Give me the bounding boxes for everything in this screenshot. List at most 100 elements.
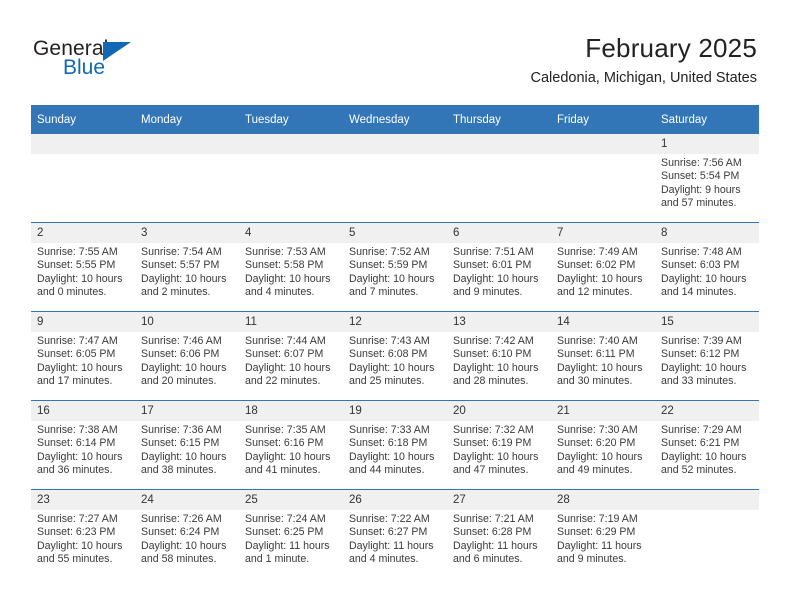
- calendar-day-cell[interactable]: 18 Sunrise: 7:35 AM Sunset: 6:16 PM Dayligh…: [239, 400, 343, 490]
- daylight-duration-line1: Daylight: 10 hours: [453, 450, 539, 463]
- calendar-day-cell[interactable]: 14 Sunrise: 7:40 AM Sunset: 6:11 PM Dayligh…: [551, 311, 655, 401]
- weekday-header-thursday: Thursday: [447, 105, 551, 134]
- calendar-day-cell[interactable]: 13 Sunrise: 7:42 AM Sunset: 6:10 PM Dayligh…: [447, 311, 551, 401]
- daylight-duration-line1: Daylight: 10 hours: [37, 272, 123, 285]
- day-number: 28: [551, 490, 655, 510]
- sunrise-time: Sunrise: 7:29 AM: [661, 424, 742, 436]
- sunrise-time: Sunrise: 7:22 AM: [349, 513, 430, 525]
- calendar-day-cell[interactable]: 12 Sunrise: 7:43 AM Sunset: 6:08 PM Dayligh…: [343, 311, 447, 401]
- calendar-day-cell[interactable]: 6 Sunrise: 7:51 AM Sunset: 6:01 PM Daylight…: [447, 222, 551, 312]
- day-number: 6: [447, 223, 551, 243]
- calendar-body: 1 Sunrise: 7:56 AM Sunset: 5:54 PM Daylight…: [31, 134, 759, 578]
- daylight-duration-line2: and 25 minutes.: [349, 375, 425, 388]
- calendar-day-cell[interactable]: 2 Sunrise: 7:55 AM Sunset: 5:55 PM Daylight…: [31, 222, 135, 312]
- calendar-day-cell[interactable]: 9 Sunrise: 7:47 AM Sunset: 6:05 PM Daylight…: [31, 311, 135, 401]
- day-number: 25: [239, 490, 343, 510]
- general-blue-logo[interactable]: General Blue: [33, 38, 173, 86]
- day-number: 9: [31, 312, 135, 332]
- calendar-day-cell[interactable]: 25 Sunrise: 7:24 AM Sunset: 6:25 PM Dayligh…: [239, 489, 343, 578]
- page-subtitle: Caledonia, Michigan, United States: [530, 70, 758, 86]
- daylight-duration-line1: Daylight: 10 hours: [37, 361, 123, 374]
- daylight-duration-line1: Daylight: 10 hours: [245, 450, 331, 463]
- daylight-duration-line1: Daylight: 10 hours: [37, 450, 123, 463]
- calendar-day-cell[interactable]: 11 Sunrise: 7:44 AM Sunset: 6:07 PM Dayligh…: [239, 311, 343, 401]
- calendar-day-cell[interactable]: 17 Sunrise: 7:36 AM Sunset: 6:15 PM Dayligh…: [135, 400, 239, 490]
- sunset-time: Sunset: 6:20 PM: [557, 437, 636, 450]
- sunrise-time: Sunrise: 7:49 AM: [557, 246, 638, 258]
- calendar-day-cell[interactable]: 28 Sunrise: 7:19 AM Sunset: 6:29 PM Dayligh…: [551, 489, 655, 578]
- sunset-time: Sunset: 6:14 PM: [37, 437, 116, 450]
- calendar-day-cell[interactable]: 22 Sunrise: 7:29 AM Sunset: 6:21 PM Dayligh…: [655, 400, 759, 490]
- calendar-day-cell[interactable]: 23 Sunrise: 7:27 AM Sunset: 6:23 PM Dayligh…: [31, 489, 135, 578]
- calendar-day-cell[interactable]: 7 Sunrise: 7:49 AM Sunset: 6:02 PM Daylight…: [551, 222, 655, 312]
- calendar-week-row: 16 Sunrise: 7:38 AM Sunset: 6:14 PM Dayligh…: [31, 400, 759, 490]
- sunset-time: Sunset: 6:21 PM: [661, 437, 740, 450]
- calendar-day-cell[interactable]: 24 Sunrise: 7:26 AM Sunset: 6:24 PM Dayligh…: [135, 489, 239, 578]
- day-number: [447, 134, 551, 154]
- calendar-day-cell[interactable]: 5 Sunrise: 7:52 AM Sunset: 5:59 PM Daylight…: [343, 222, 447, 312]
- calendar-day-cell[interactable]: 19 Sunrise: 7:33 AM Sunset: 6:18 PM Dayligh…: [343, 400, 447, 490]
- calendar-day-cell[interactable]: 27 Sunrise: 7:21 AM Sunset: 6:28 PM Dayligh…: [447, 489, 551, 578]
- calendar-day-cell[interactable]: 21 Sunrise: 7:30 AM Sunset: 6:20 PM Dayligh…: [551, 400, 655, 490]
- calendar-day-cell[interactable]: 20 Sunrise: 7:32 AM Sunset: 6:19 PM Dayligh…: [447, 400, 551, 490]
- calendar-day-cell[interactable]: 4 Sunrise: 7:53 AM Sunset: 5:58 PM Daylight…: [239, 222, 343, 312]
- weekday-header-saturday: Saturday: [655, 105, 759, 134]
- calendar-day-cell[interactable]: 15 Sunrise: 7:39 AM Sunset: 6:12 PM Dayligh…: [655, 311, 759, 401]
- calendar-day-cell[interactable]: 26 Sunrise: 7:22 AM Sunset: 6:27 PM Dayligh…: [343, 489, 447, 578]
- calendar-day-cell[interactable]: 16 Sunrise: 7:38 AM Sunset: 6:14 PM Dayligh…: [31, 400, 135, 490]
- sunrise-time: Sunrise: 7:42 AM: [453, 335, 534, 347]
- daylight-duration-line1: Daylight: 11 hours: [557, 539, 642, 552]
- sunset-time: Sunset: 6:27 PM: [349, 526, 428, 539]
- daylight-duration-line2: and 14 minutes.: [661, 286, 737, 299]
- day-number: 21: [551, 401, 655, 421]
- day-number: [655, 490, 759, 510]
- calendar-day-cell[interactable]: 8 Sunrise: 7:48 AM Sunset: 6:03 PM Daylight…: [655, 222, 759, 312]
- sunrise-time: Sunrise: 7:39 AM: [661, 335, 742, 347]
- daylight-duration-line2: and 6 minutes.: [453, 553, 523, 566]
- day-details: Sunrise: 7:42 AM Sunset: 6:10 PM Daylight:…: [447, 332, 551, 389]
- logo-triangle-icon: [103, 42, 131, 61]
- sunset-time: Sunset: 6:11 PM: [557, 348, 635, 361]
- calendar-day-cell[interactable]: 10 Sunrise: 7:46 AM Sunset: 6:06 PM Dayligh…: [135, 311, 239, 401]
- daylight-duration-line2: and 17 minutes.: [37, 375, 113, 388]
- sunrise-time: Sunrise: 7:38 AM: [37, 424, 118, 436]
- day-details: Sunrise: 7:44 AM Sunset: 6:07 PM Daylight:…: [239, 332, 343, 389]
- day-number: 3: [135, 223, 239, 243]
- day-details: Sunrise: 7:40 AM Sunset: 6:11 PM Daylight:…: [551, 332, 655, 389]
- sunrise-time: Sunrise: 7:47 AM: [37, 335, 118, 347]
- day-details: Sunrise: 7:33 AM Sunset: 6:18 PM Daylight:…: [343, 421, 447, 478]
- daylight-duration-line1: Daylight: 10 hours: [349, 272, 435, 285]
- day-details: Sunrise: 7:43 AM Sunset: 6:08 PM Daylight:…: [343, 332, 447, 389]
- daylight-duration-line1: Daylight: 9 hours: [661, 183, 741, 196]
- calendar-day-cell[interactable]: 3 Sunrise: 7:54 AM Sunset: 5:57 PM Daylight…: [135, 222, 239, 312]
- sunset-time: Sunset: 6:16 PM: [245, 437, 324, 450]
- day-details: Sunrise: 7:55 AM Sunset: 5:55 PM Daylight:…: [31, 243, 135, 300]
- daylight-duration-line2: and 7 minutes.: [349, 286, 419, 299]
- sunrise-time: Sunrise: 7:36 AM: [141, 424, 222, 436]
- day-details: Sunrise: 7:48 AM Sunset: 6:03 PM Daylight:…: [655, 243, 759, 300]
- day-number: 11: [239, 312, 343, 332]
- calendar-week-row: 9 Sunrise: 7:47 AM Sunset: 6:05 PM Daylight…: [31, 311, 759, 401]
- day-number: 12: [343, 312, 447, 332]
- daylight-duration-line1: Daylight: 10 hours: [37, 539, 123, 552]
- sunrise-time: Sunrise: 7:24 AM: [245, 513, 326, 525]
- daylight-duration-line1: Daylight: 11 hours: [453, 539, 538, 552]
- day-number: [135, 134, 239, 154]
- page-header: General Blue February 2025 Caledonia, Mi…: [0, 0, 792, 104]
- sunrise-sunset-calendar-table: Sunday Monday Tuesday Wednesday Thursday…: [31, 105, 759, 578]
- sunset-time: Sunset: 6:28 PM: [453, 526, 532, 539]
- daylight-duration-line1: Daylight: 10 hours: [141, 539, 227, 552]
- day-details: Sunrise: 7:22 AM Sunset: 6:27 PM Daylight:…: [343, 510, 447, 567]
- sunset-time: Sunset: 6:25 PM: [245, 526, 324, 539]
- daylight-duration-line1: Daylight: 10 hours: [453, 361, 539, 374]
- weekday-header-tuesday: Tuesday: [239, 105, 343, 134]
- calendar-cell-empty: [343, 134, 447, 223]
- daylight-duration-line1: Daylight: 10 hours: [141, 272, 227, 285]
- calendar-day-cell[interactable]: 1 Sunrise: 7:56 AM Sunset: 5:54 PM Daylight…: [655, 134, 759, 223]
- day-number: 13: [447, 312, 551, 332]
- daylight-duration-line2: and 20 minutes.: [141, 375, 217, 388]
- sunset-time: Sunset: 5:54 PM: [661, 170, 740, 183]
- daylight-duration-line1: Daylight: 10 hours: [141, 450, 227, 463]
- sunset-time: Sunset: 6:08 PM: [349, 348, 428, 361]
- sunset-time: Sunset: 6:29 PM: [557, 526, 636, 539]
